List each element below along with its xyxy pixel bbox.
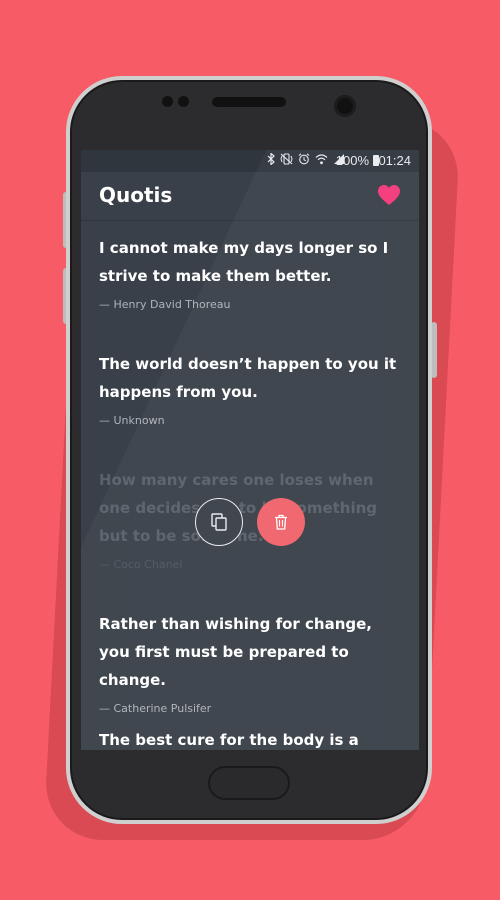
earpiece-speaker bbox=[212, 97, 286, 107]
quote-item[interactable]: Rather than wishing for change, you firs… bbox=[99, 610, 399, 715]
front-camera bbox=[334, 95, 356, 117]
trash-icon bbox=[275, 514, 287, 530]
copy-icon bbox=[211, 513, 227, 531]
quote-author: — Catherine Pulsifer bbox=[99, 702, 212, 715]
home-button[interactable] bbox=[208, 766, 290, 800]
quote-text: Rather than wishing for change, you firs… bbox=[99, 615, 373, 689]
quote-text: The world doesn’t happen to you it happe… bbox=[99, 355, 397, 401]
status-icons bbox=[267, 153, 345, 165]
quote-text: I cannot make my days longer so I strive… bbox=[99, 239, 389, 285]
quote-item-selected[interactable]: How many cares one loses when one decide… bbox=[99, 466, 399, 571]
quote-author: — Coco Chanel bbox=[99, 558, 183, 571]
quote-text: The best cure for the body is a quiet bbox=[99, 731, 359, 749]
status-time: 01:24 bbox=[378, 153, 411, 168]
quote-item[interactable]: The world doesn’t happen to you it happe… bbox=[99, 350, 399, 427]
alarm-icon bbox=[298, 153, 310, 165]
sensor-dots bbox=[162, 96, 194, 108]
wifi-icon bbox=[315, 154, 328, 165]
vibrate-icon bbox=[280, 153, 293, 165]
app-bar: Quotis bbox=[81, 172, 419, 221]
quote-item[interactable]: The best cure for the body is a quiet bbox=[99, 726, 399, 750]
quote-author: — Unknown bbox=[99, 414, 165, 427]
app-title: Quotis bbox=[99, 183, 173, 207]
battery-percent: 100% bbox=[335, 153, 369, 168]
delete-button[interactable] bbox=[257, 498, 305, 546]
status-bar: 100% 01:24 bbox=[81, 150, 419, 172]
quote-text: How many cares one loses when one decide… bbox=[99, 471, 378, 545]
phone-screen: 100% 01:24 Quotis I cannot make my days … bbox=[81, 150, 419, 750]
bluetooth-icon bbox=[267, 153, 275, 165]
quote-author: — Henry David Thoreau bbox=[99, 298, 231, 311]
heart-icon[interactable] bbox=[377, 184, 401, 206]
quote-item[interactable]: I cannot make my days longer so I strive… bbox=[99, 234, 399, 311]
copy-button[interactable] bbox=[195, 498, 243, 546]
promo-stage: 100% 01:24 Quotis I cannot make my days … bbox=[0, 0, 500, 900]
